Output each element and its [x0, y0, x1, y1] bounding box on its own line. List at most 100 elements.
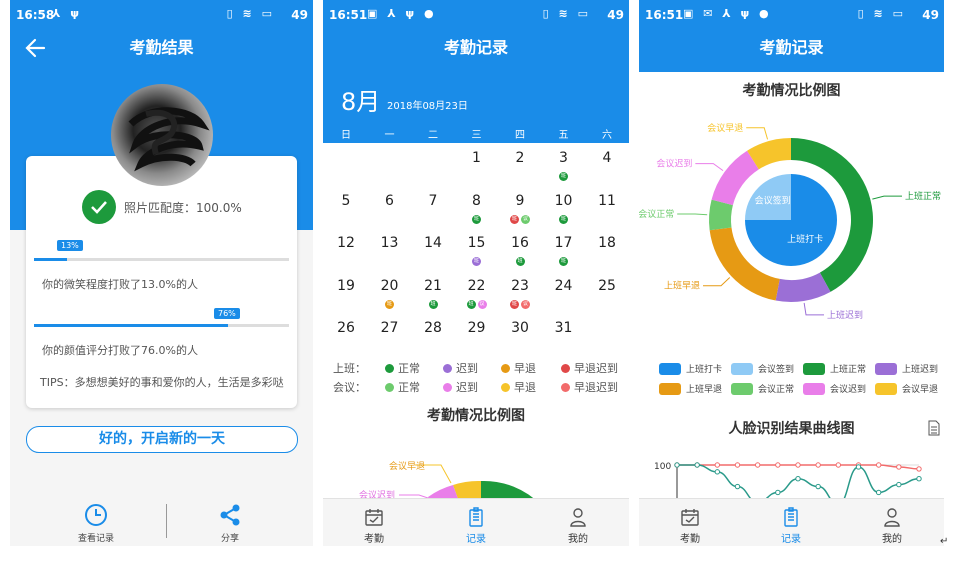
calendar-day-11[interactable]: 11 [585, 193, 629, 209]
view-records-button[interactable]: 查看记录 [66, 502, 126, 544]
calendar-check-icon [365, 509, 383, 526]
calendar-day-6[interactable]: 6 [368, 193, 412, 209]
series-0-point-10 [875, 462, 882, 468]
legend-swatch [875, 363, 897, 375]
series-0-point-8 [835, 462, 842, 468]
legend-meeting-1: 迟到 [443, 379, 478, 395]
check-circle-icon [82, 190, 116, 224]
calendar-day-15[interactable]: 15 [455, 235, 499, 251]
calendar-day-12[interactable]: 12 [324, 235, 368, 251]
document-icon[interactable] [928, 420, 940, 436]
tab-mine-label: 我的 [882, 534, 902, 545]
legend-label: 会议正常 [758, 385, 795, 395]
legend-item-3[interactable]: 上班迟到 [875, 362, 938, 375]
calendar-day-7[interactable]: 7 [411, 193, 455, 209]
line-chart-title: 人脸识别结果曲线图 [728, 421, 855, 437]
calendar-day-19[interactable]: 19 [324, 278, 368, 294]
calendar-day-31[interactable]: 31 [542, 320, 586, 336]
tab-mine[interactable]: 我的 [548, 507, 608, 545]
calendar-day-14[interactable]: 14 [411, 235, 455, 251]
calendar-day-1[interactable]: 1 [455, 150, 499, 166]
legend-dot [501, 364, 510, 373]
screen-attendance-result: 16:58 ⅄ ψ ▯ ≋ ▭ 49 考勤结果 照片匹配度：100.0% 13%… [10, 0, 313, 546]
series-1-point-12 [916, 476, 922, 482]
calendar-day-18[interactable]: 18 [585, 235, 629, 251]
attendance-tag: 班 [472, 257, 481, 266]
attendance-tag: 班 [466, 299, 476, 309]
tab-attendance[interactable]: 考勤 [660, 507, 720, 545]
face-recognition-line-chart: 100 [654, 462, 922, 500]
calendar-day-4[interactable]: 4 [585, 150, 629, 166]
legend-item-4[interactable]: 上班早退 [659, 382, 722, 395]
month-label[interactable]: 8月 [341, 82, 380, 117]
segment-label-2: 上班早退 [664, 280, 700, 292]
calendar-day-3[interactable]: 3 [542, 150, 586, 166]
calendar-day-9[interactable]: 9 [498, 193, 542, 209]
calendar-day-30[interactable]: 30 [498, 320, 542, 336]
selected-date: 2018年08月23日 [387, 101, 468, 112]
status-icons: ⅄ ψ [52, 7, 82, 20]
legend-dot [385, 364, 394, 373]
calendar-day-24[interactable]: 24 [542, 278, 586, 294]
legend-item-6[interactable]: 会议迟到 [803, 382, 866, 395]
legend-item-1[interactable]: 会议签到 [731, 362, 794, 375]
legend-item-7[interactable]: 会议早退 [875, 382, 938, 395]
legend-label: 早退迟到 [574, 381, 618, 394]
user-icon [570, 508, 586, 527]
tab-records[interactable]: 记录 [446, 507, 506, 545]
status-signal-icons: ▯ ≋ ▭ [226, 7, 275, 20]
face-photo [111, 84, 213, 186]
calendar-day-16[interactable]: 16 [498, 235, 542, 251]
legend-swatch [731, 383, 753, 395]
attendance-donut-chart: 会议签到上班打卡 上班正常上班迟到 上班早退 会议正常 会议迟到 会议早退 [639, 122, 941, 321]
calendar-day-23[interactable]: 23 [498, 278, 542, 294]
status-signal-icons: ▯ ≋ ▭ [857, 7, 906, 20]
legend-swatch [875, 383, 897, 395]
tab-records-label: 记录 [781, 534, 801, 545]
share-button[interactable]: 分享 [200, 502, 260, 544]
calendar-day-27[interactable]: 27 [368, 320, 412, 336]
calendar-day-29[interactable]: 29 [455, 320, 499, 336]
calendar-day-21[interactable]: 21 [411, 278, 455, 294]
attendance-tag: 议 [477, 299, 487, 309]
calendar-day-20[interactable]: 20 [368, 278, 412, 294]
start-new-day-button[interactable]: 好的，开启新的一天 [26, 426, 298, 453]
legend-work-label: 上班： [333, 362, 366, 375]
legend-item-5[interactable]: 会议正常 [731, 382, 794, 395]
legend-label: 上班正常 [830, 365, 867, 375]
pie-label-1: 上班打卡 [787, 233, 823, 245]
tab-mine[interactable]: 我的 [862, 507, 922, 545]
looks-progress-bar [34, 324, 289, 327]
series-0-point-11 [896, 464, 902, 470]
series-0-point-5 [775, 462, 781, 468]
series-0-point-6 [795, 462, 801, 468]
legend-item-2[interactable]: 上班正常 [803, 362, 866, 375]
label-leader-line [803, 302, 825, 316]
calendar-day-8[interactable]: 8 [455, 193, 499, 209]
calendar-day-28[interactable]: 28 [411, 320, 455, 336]
series-0-point-3 [734, 462, 741, 468]
calendar-day-26[interactable]: 26 [324, 320, 368, 336]
clock-history-icon [85, 504, 107, 526]
calendar-day-5[interactable]: 5 [324, 193, 368, 209]
bottom-tab-bar: 考勤 记录 我的 [323, 498, 629, 546]
status-time: 16:51 [645, 8, 684, 22]
label-leader-line [872, 195, 902, 200]
attendance-tag: 班 [428, 299, 438, 309]
tab-attendance[interactable]: 考勤 [344, 507, 404, 545]
series-0-point-2 [714, 462, 721, 468]
attendance-tag: 班 [559, 257, 568, 266]
clipboard-icon [784, 507, 798, 527]
series-1-point-3 [734, 483, 741, 490]
legend-swatch [803, 383, 825, 395]
calendar-day-22[interactable]: 22 [455, 278, 499, 294]
calendar-day-25[interactable]: 25 [585, 278, 629, 294]
calendar-day-17[interactable]: 17 [542, 235, 586, 251]
calendar-day-2[interactable]: 2 [498, 150, 542, 166]
status-bar: 16:51 ▣ ✉ ⅄ ψ ● ▯ ≋ ▭ 49 [639, 0, 944, 30]
calendar-day-13[interactable]: 13 [368, 235, 412, 251]
tab-records[interactable]: 记录 [761, 507, 821, 545]
legend-item-0[interactable]: 上班打卡 [659, 362, 722, 375]
battery-level: 49 [291, 8, 308, 22]
calendar-day-10[interactable]: 10 [542, 193, 586, 209]
